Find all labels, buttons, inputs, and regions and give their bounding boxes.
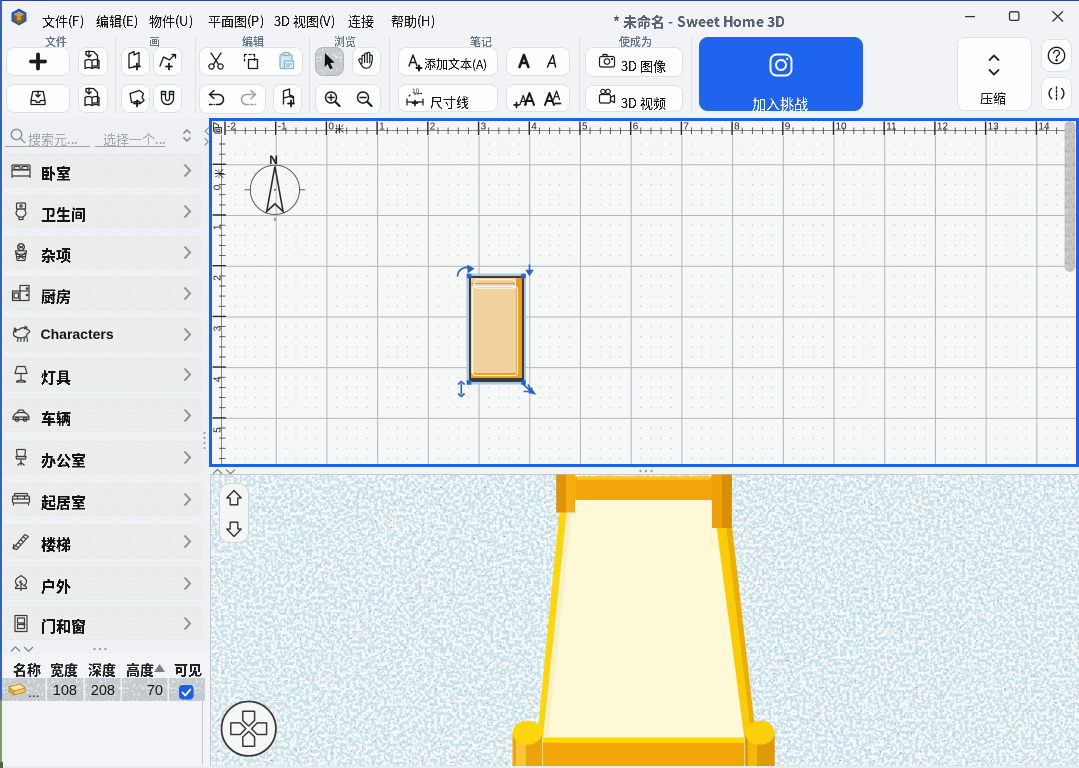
svg-text:4: 4 <box>212 376 223 382</box>
svg-text:-1: -1 <box>278 122 287 133</box>
svg-text:6: 6 <box>633 122 639 133</box>
svg-text:11: 11 <box>886 122 897 133</box>
svg-text:1: 1 <box>379 122 385 133</box>
svg-text:5: 5 <box>582 122 588 133</box>
svg-text:4: 4 <box>531 122 537 133</box>
svg-text:10: 10 <box>836 122 848 133</box>
svg-text:10: 10 <box>412 88 420 95</box>
svg-text:8: 8 <box>734 122 740 133</box>
svg-text:N: N <box>269 153 278 167</box>
svg-text:14: 14 <box>1038 122 1050 133</box>
svg-text:5: 5 <box>212 427 223 433</box>
svg-text:1: 1 <box>212 224 223 230</box>
svg-text:3: 3 <box>481 122 487 133</box>
svg-text:0: 0 <box>328 122 334 133</box>
svg-text:12: 12 <box>937 122 949 133</box>
svg-text:3: 3 <box>212 325 223 331</box>
svg-text:7: 7 <box>683 122 689 133</box>
svg-text:0: 0 <box>212 184 223 190</box>
svg-text:9: 9 <box>785 122 791 133</box>
svg-text:-2: -2 <box>227 122 236 133</box>
svg-text:2: 2 <box>212 275 223 281</box>
svg-text:13: 13 <box>988 122 1000 133</box>
svg-text:2: 2 <box>430 122 436 133</box>
